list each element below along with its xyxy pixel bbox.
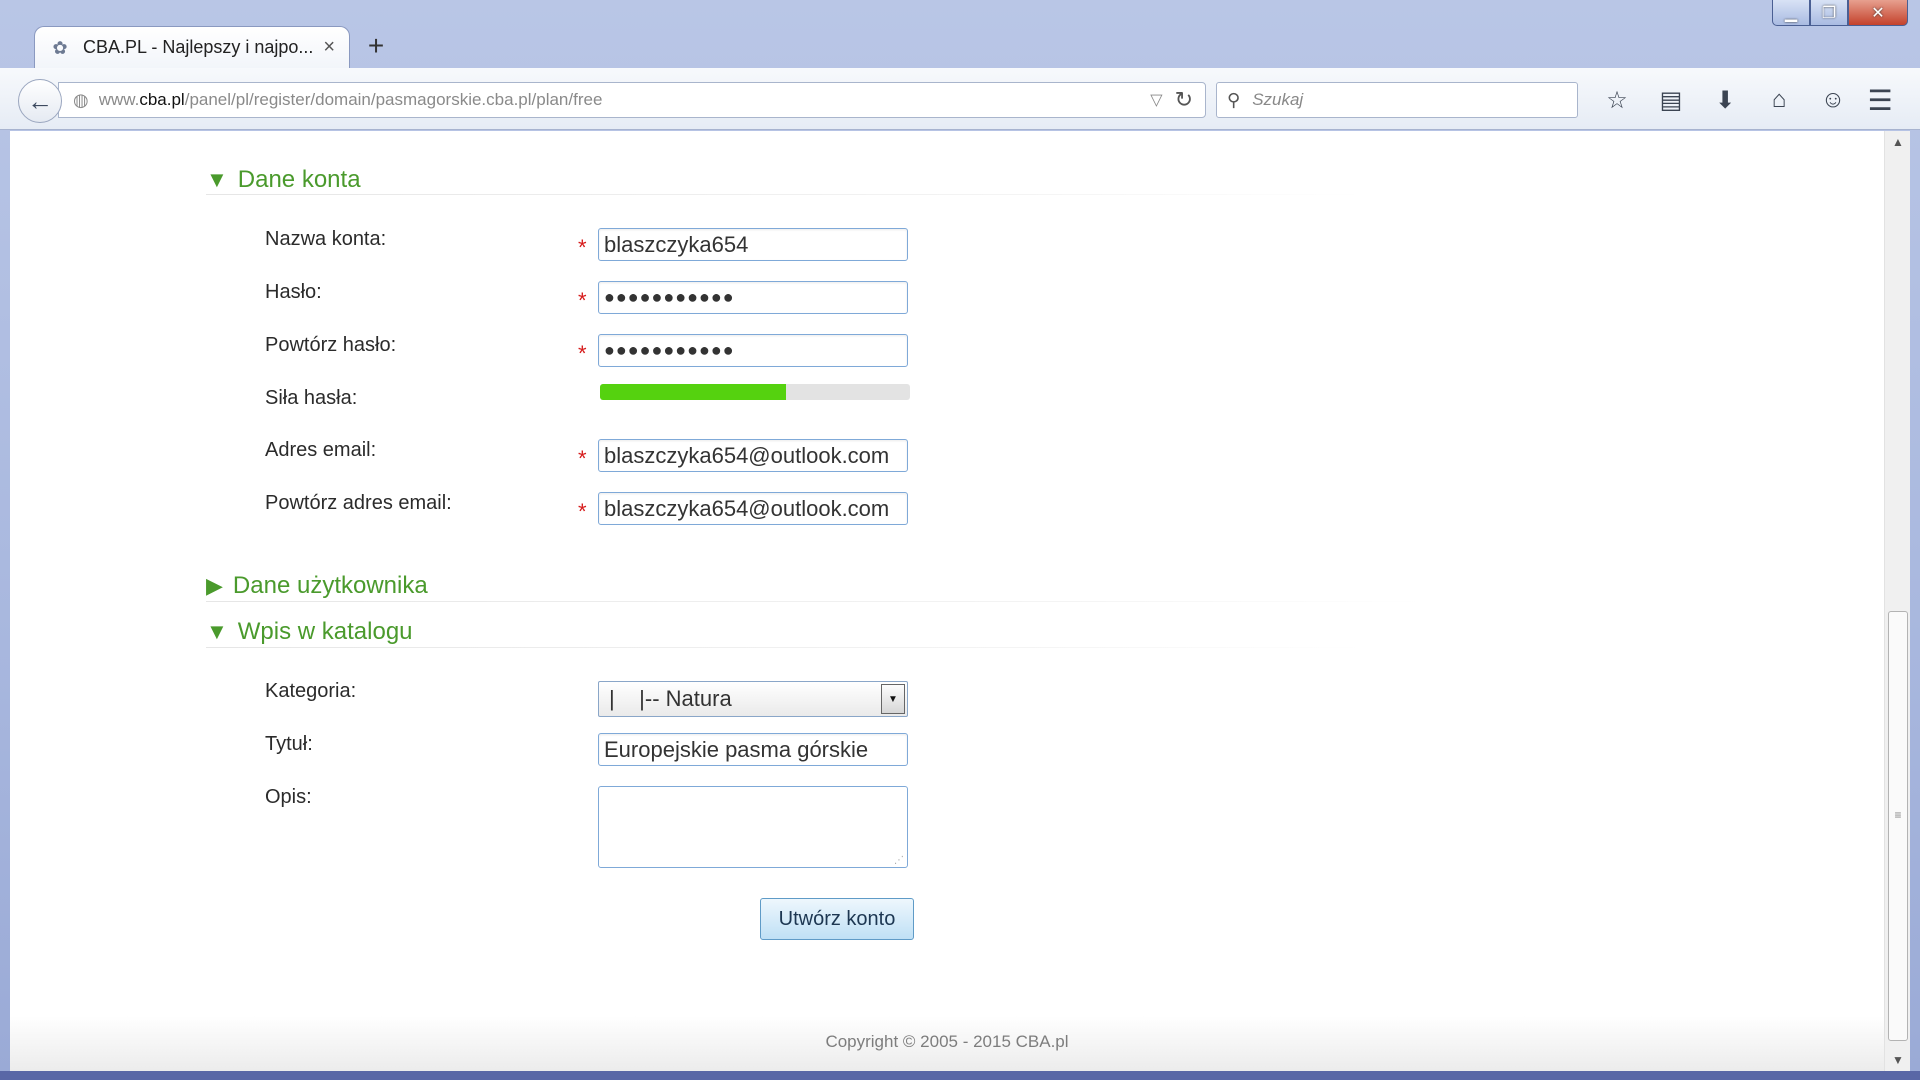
category-select[interactable]: | |-- Natura ▼ xyxy=(598,681,908,717)
minimize-button[interactable]: ▁ xyxy=(1772,0,1810,26)
expand-triangle-icon: ▼ xyxy=(206,619,228,644)
hamburger-menu-icon[interactable]: ☰ xyxy=(1858,82,1902,118)
window-bottom-border xyxy=(0,1071,1920,1080)
scroll-down-arrow-icon[interactable]: ▼ xyxy=(1885,1049,1911,1071)
label-email-repeat: Powtórz adres email: xyxy=(265,492,452,514)
url-text[interactable]: www.cba.pl/panel/pl/register/domain/pasm… xyxy=(99,90,1151,110)
label-password-repeat: Powtórz hasło: xyxy=(265,334,397,356)
url-bar[interactable]: ◍ www.cba.pl/panel/pl/register/domain/pa… xyxy=(58,82,1206,118)
section-catalog-header[interactable]: ▼ Wpis w katalogu xyxy=(206,618,413,646)
required-marker: * xyxy=(578,446,587,471)
section-account-header[interactable]: ▼ Dane konta xyxy=(206,166,361,194)
password-strength-bar xyxy=(600,384,910,400)
password-repeat-input[interactable]: ●●●●●●●●●●● xyxy=(598,334,908,367)
scroll-thumb[interactable]: ≡ xyxy=(1888,611,1908,1041)
description-textarea[interactable]: ⋰ xyxy=(598,786,908,868)
label-email: Adres email: xyxy=(265,439,377,461)
label-account-name: Nazwa konta: xyxy=(265,228,387,250)
bookmarks-list-icon[interactable]: ▤ xyxy=(1644,82,1698,118)
email-input[interactable]: blaszczyka654@outlook.com xyxy=(598,439,908,472)
toolbar-icons: ☆ ▤ ⬇ ⌂ ☺ xyxy=(1590,82,1860,118)
search-icon: ⚲ xyxy=(1227,89,1241,110)
required-marker: * xyxy=(578,288,587,313)
chat-icon[interactable]: ☺ xyxy=(1806,82,1860,118)
back-button[interactable]: ← xyxy=(18,79,62,123)
label-description: Opis: xyxy=(265,786,312,808)
reload-icon[interactable]: ↻ xyxy=(1175,87,1193,113)
copyright-text: Copyright © 2005 - 2015 CBA.pl xyxy=(825,1032,1069,1051)
page-content: ▼ Dane konta Nazwa konta: * blaszczyka65… xyxy=(10,131,1884,1071)
bookmark-star-icon[interactable]: ☆ xyxy=(1590,82,1644,118)
tab-bar: ✿ CBA.PL - Najlepszy i najpo... × + xyxy=(0,24,1920,68)
back-arrow-icon: ← xyxy=(27,85,53,116)
category-selected-value: | |-- Natura xyxy=(609,686,732,711)
label-title: Tytuł: xyxy=(265,733,313,755)
section-user-header[interactable]: ▶ Dane użytkownika xyxy=(206,572,428,600)
scroll-grip-icon: ≡ xyxy=(1894,808,1902,822)
section-divider xyxy=(206,601,1426,602)
tab-title: CBA.PL - Najlepszy i najpo... xyxy=(83,37,314,57)
page-footer: Copyright © 2005 - 2015 CBA.pl xyxy=(10,1016,1884,1071)
password-strength-fill xyxy=(600,384,786,400)
home-icon[interactable]: ⌂ xyxy=(1752,82,1806,118)
tab-cba[interactable]: ✿ CBA.PL - Najlepszy i najpo... × xyxy=(34,26,350,68)
section-divider xyxy=(206,194,1366,195)
search-input[interactable] xyxy=(1250,89,1551,111)
label-password: Hasło: xyxy=(265,281,322,303)
label-category: Kategoria: xyxy=(265,680,357,702)
url-dropdown-icon[interactable]: ▽ xyxy=(1150,90,1162,110)
required-marker: * xyxy=(578,235,587,260)
email-repeat-input[interactable]: blaszczyka654@outlook.com xyxy=(598,492,908,525)
navigation-toolbar: ◍ www.cba.pl/panel/pl/register/domain/pa… xyxy=(0,68,1920,130)
label-password-strength: Siła hasła: xyxy=(265,387,358,409)
favicon-icon: ✿ xyxy=(52,37,68,58)
download-icon[interactable]: ⬇ xyxy=(1698,82,1752,118)
browser-window: ▁ ❐ ✕ ✿ CBA.PL - Najlepszy i najpo... × … xyxy=(0,0,1920,1080)
resize-grip-icon[interactable]: ⋰ xyxy=(894,855,904,866)
maximize-button[interactable]: ❐ xyxy=(1810,0,1848,26)
tab-close-icon[interactable]: × xyxy=(323,36,335,59)
search-bar[interactable]: ⚲ xyxy=(1216,82,1578,118)
scroll-up-arrow-icon[interactable]: ▲ xyxy=(1885,131,1911,153)
title-input[interactable]: Europejskie pasma górskie xyxy=(598,733,908,766)
dropdown-arrow-icon[interactable]: ▼ xyxy=(881,684,905,714)
collapsed-triangle-icon: ▶ xyxy=(206,573,223,598)
required-marker: * xyxy=(578,341,587,366)
required-marker: * xyxy=(578,499,587,524)
expand-triangle-icon: ▼ xyxy=(206,167,228,192)
close-window-button[interactable]: ✕ xyxy=(1848,0,1908,26)
password-input[interactable]: ●●●●●●●●●●● xyxy=(598,281,908,314)
account-name-input[interactable]: blaszczyka654 xyxy=(598,228,908,261)
new-tab-button[interactable]: + xyxy=(360,30,392,64)
section-divider xyxy=(206,647,1366,648)
create-account-button[interactable]: Utwórz konto xyxy=(760,898,914,940)
vertical-scrollbar[interactable]: ▲ ≡ ▼ xyxy=(1884,131,1910,1071)
globe-icon: ◍ xyxy=(73,89,89,110)
